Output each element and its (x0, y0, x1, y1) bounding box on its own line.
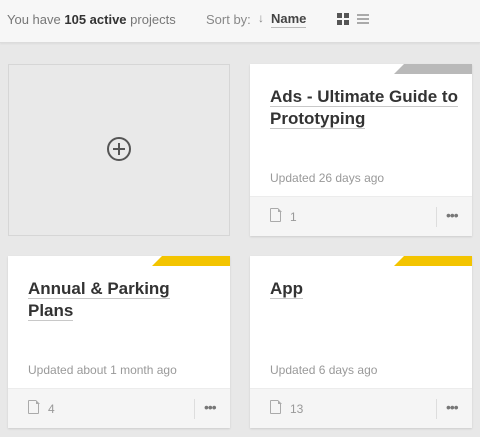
new-project-card[interactable] (8, 64, 230, 236)
project-ribbon (152, 256, 230, 266)
project-title[interactable]: App (270, 278, 460, 300)
page-icon (28, 399, 40, 414)
sort-label: Sort by: (206, 12, 251, 27)
plus-circle-icon[interactable] (107, 137, 131, 161)
project-updated: Updated 6 days ago (270, 363, 378, 377)
project-updated: Updated 26 days ago (270, 171, 385, 185)
project-ribbon (394, 256, 472, 266)
footer-divider (436, 207, 437, 227)
footer-divider (194, 399, 195, 419)
more-options-icon[interactable]: ••• (446, 208, 462, 222)
more-options-icon[interactable]: ••• (204, 400, 220, 414)
project-footer: 4 ••• (8, 388, 230, 428)
project-title[interactable]: Annual & Parking Plans (28, 278, 218, 322)
project-card[interactable]: Annual & Parking Plans Updated about 1 m… (8, 256, 230, 428)
sort-dropdown[interactable]: Name (271, 11, 307, 28)
more-options-icon[interactable]: ••• (446, 400, 462, 414)
page-count: 4 (48, 402, 55, 416)
page-count: 1 (290, 210, 297, 224)
page-icon (270, 207, 282, 222)
toolbar: You have 105 active projects Sort by: ↓ … (0, 0, 480, 43)
project-footer: 13 ••• (250, 388, 472, 428)
summary-count: 105 active (64, 12, 127, 27)
grid-view-icon[interactable] (337, 13, 349, 25)
project-updated: Updated about 1 month ago (28, 363, 177, 377)
page-icon (270, 399, 282, 414)
page-count: 13 (290, 402, 304, 416)
footer-divider (436, 399, 437, 419)
project-ribbon (394, 64, 472, 74)
summary-suffix: projects (130, 12, 176, 27)
project-footer: 1 ••• (250, 196, 472, 236)
project-summary: You have 105 active projects (7, 12, 176, 27)
sort-direction-icon[interactable]: ↓ (258, 11, 264, 25)
project-title[interactable]: Ads - Ultimate Guide to Prototyping (270, 86, 460, 130)
list-view-icon[interactable] (357, 13, 369, 25)
project-card[interactable]: Ads - Ultimate Guide to Prototyping Upda… (250, 64, 472, 236)
summary-prefix: You have (7, 12, 61, 27)
project-card[interactable]: App Updated 6 days ago 13 ••• (250, 256, 472, 428)
